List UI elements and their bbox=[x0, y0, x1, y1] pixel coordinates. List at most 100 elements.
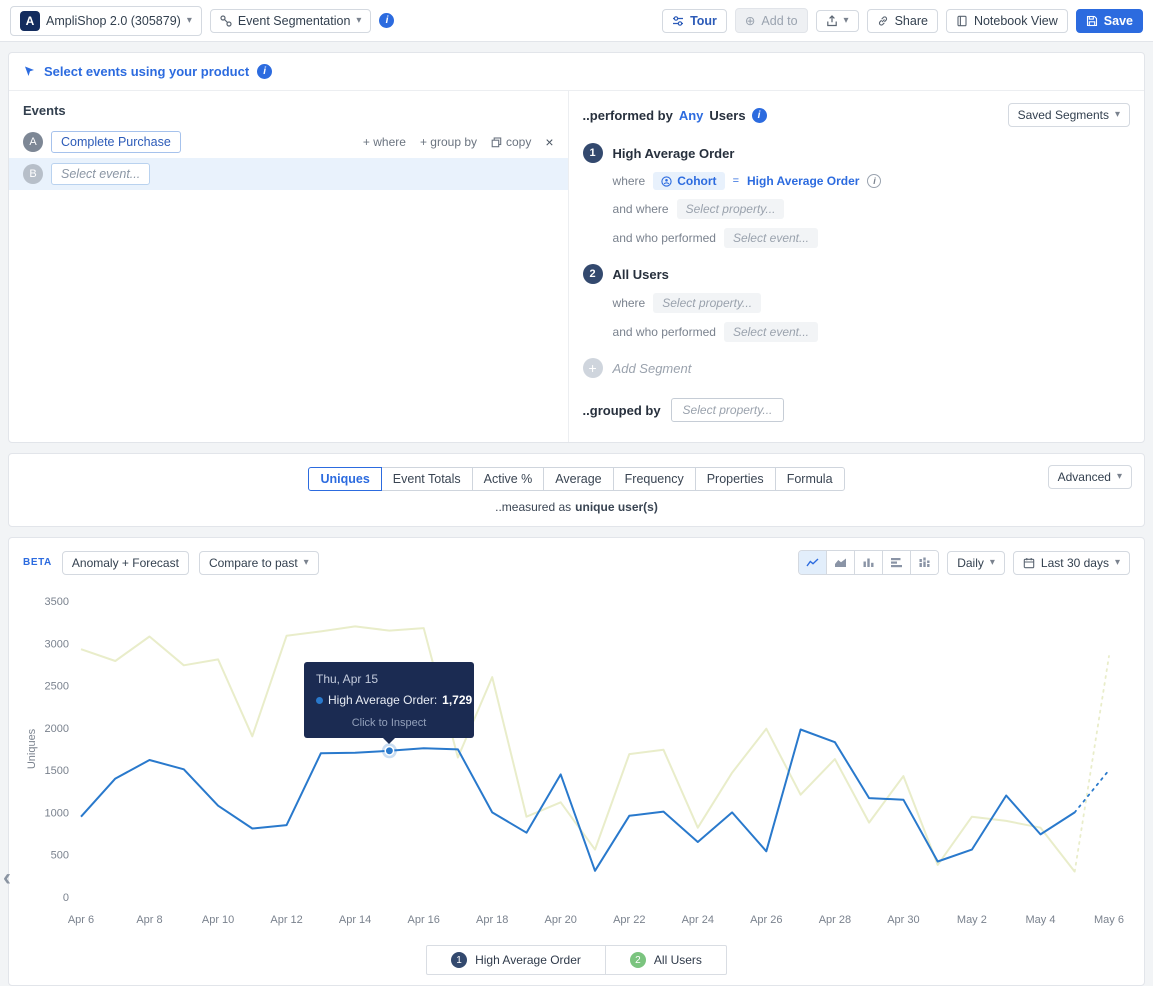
tab-properties[interactable]: Properties bbox=[695, 467, 776, 491]
add-where-action[interactable]: + where bbox=[363, 135, 406, 149]
add-segment-button[interactable]: + Add Segment bbox=[583, 358, 1130, 378]
tooltip-value: 1,729 bbox=[442, 693, 472, 707]
chart-tooltip[interactable]: Thu, Apr 15 High Average Order: 1,729 Cl… bbox=[304, 662, 474, 738]
horizontal-bar-chart-button[interactable] bbox=[882, 551, 910, 574]
plus-icon: + bbox=[583, 358, 603, 378]
horizontal-bar-chart-icon bbox=[890, 556, 903, 569]
events-column: Events A Complete Purchase + where + gro… bbox=[9, 91, 569, 442]
copy-action[interactable]: copy bbox=[491, 135, 531, 149]
notebook-view-button[interactable]: Notebook View bbox=[946, 9, 1068, 33]
select-property-input[interactable]: Select property... bbox=[677, 199, 785, 219]
segment-2-name[interactable]: All Users bbox=[613, 267, 669, 282]
chart-canvas[interactable]: Uniques0500100015002000250030003500Apr 6… bbox=[23, 589, 1128, 941]
svg-text:0: 0 bbox=[63, 892, 69, 904]
info-icon[interactable]: i bbox=[379, 13, 394, 28]
add-to-button[interactable]: ⊕ Add to bbox=[735, 8, 808, 33]
tab-event-totals[interactable]: Event Totals bbox=[381, 467, 473, 491]
copy-icon bbox=[491, 137, 502, 148]
anomaly-forecast-button[interactable]: Anomaly + Forecast bbox=[62, 551, 189, 575]
svg-text:3000: 3000 bbox=[45, 638, 69, 650]
measured-value[interactable]: unique user(s) bbox=[575, 500, 658, 514]
segment-1: 1 High Average Order where Cohort bbox=[583, 143, 1130, 248]
tour-button[interactable]: Tour bbox=[662, 9, 727, 33]
plus-circle-icon: ⊕ bbox=[745, 13, 755, 28]
select-event-chip[interactable]: Select event... bbox=[51, 163, 150, 185]
remove-event-button[interactable]: × bbox=[545, 134, 553, 150]
calendar-icon bbox=[1023, 557, 1035, 569]
svg-text:3500: 3500 bbox=[45, 596, 69, 608]
saved-segments-button[interactable]: Saved Segments ▾ bbox=[1008, 103, 1130, 127]
tooltip-date: Thu, Apr 15 bbox=[316, 672, 462, 686]
svg-text:Apr 22: Apr 22 bbox=[613, 914, 645, 926]
svg-text:May 4: May 4 bbox=[1026, 914, 1056, 926]
who-performed-label: and who performed bbox=[613, 231, 716, 245]
measure-tabs: Uniques Event Totals Active % Average Fr… bbox=[21, 467, 1132, 491]
legend-item-high-average-order[interactable]: 1 High Average Order bbox=[427, 946, 605, 974]
tab-frequency[interactable]: Frequency bbox=[613, 467, 696, 491]
save-label: Save bbox=[1104, 14, 1133, 28]
chevron-down-icon: ▾ bbox=[1115, 558, 1120, 568]
collapse-panel-chevron[interactable]: ‹ bbox=[3, 866, 11, 890]
compare-to-past-button[interactable]: Compare to past ▾ bbox=[199, 551, 319, 575]
stacked-bar-chart-button[interactable] bbox=[910, 551, 938, 574]
topbar: A AmpliShop 2.0 (305879) ▾ Event Segment… bbox=[0, 0, 1153, 42]
info-icon[interactable]: i bbox=[867, 174, 881, 188]
stacked-bar-chart-icon bbox=[918, 556, 931, 569]
notebook-icon bbox=[956, 15, 968, 27]
info-icon[interactable]: i bbox=[752, 108, 767, 123]
chevron-down-icon: ▾ bbox=[304, 558, 309, 568]
grouped-by-input[interactable]: Select property... bbox=[671, 398, 785, 422]
cohort-pill[interactable]: Cohort bbox=[653, 172, 724, 190]
date-range-selector[interactable]: Last 30 days ▾ bbox=[1013, 551, 1130, 575]
project-selector[interactable]: A AmpliShop 2.0 (305879) ▾ bbox=[10, 6, 202, 36]
performed-by-any-selector[interactable]: Any bbox=[679, 108, 704, 123]
save-button[interactable]: Save bbox=[1076, 9, 1143, 33]
legend-badge-1: 1 bbox=[451, 952, 467, 968]
notebook-view-label: Notebook View bbox=[974, 14, 1058, 28]
saved-segments-label: Saved Segments bbox=[1018, 108, 1109, 122]
chart-legend: 1 High Average Order 2 All Users bbox=[426, 945, 727, 975]
tab-active-pct[interactable]: Active % bbox=[472, 467, 545, 491]
advanced-label: Advanced bbox=[1058, 470, 1111, 484]
select-events-link[interactable]: Select events using your product bbox=[44, 64, 249, 79]
cohort-value-link[interactable]: High Average Order bbox=[747, 174, 859, 188]
segment-1-name[interactable]: High Average Order bbox=[613, 146, 735, 161]
area-chart-icon bbox=[834, 556, 847, 569]
add-group-by-action[interactable]: + group by bbox=[420, 135, 477, 149]
select-event-input[interactable]: Select event... bbox=[724, 322, 818, 342]
tab-uniques[interactable]: Uniques bbox=[308, 467, 381, 491]
legend-item-all-users[interactable]: 2 All Users bbox=[605, 946, 726, 974]
analysis-type-selector[interactable]: Event Segmentation ▾ bbox=[210, 9, 372, 33]
line-chart-button[interactable] bbox=[799, 551, 826, 574]
equals-operator[interactable]: = bbox=[733, 175, 739, 187]
svg-text:May 2: May 2 bbox=[957, 914, 987, 926]
tooltip-series-label: High Average Order: bbox=[328, 693, 437, 707]
bar-chart-button[interactable] bbox=[854, 551, 882, 574]
select-property-input[interactable]: Select property... bbox=[653, 293, 761, 313]
definition-panel: Select events using your product i Event… bbox=[8, 52, 1145, 443]
tab-formula[interactable]: Formula bbox=[775, 467, 845, 491]
share-button[interactable]: Share bbox=[867, 9, 938, 33]
event-chip-complete-purchase[interactable]: Complete Purchase bbox=[51, 131, 181, 153]
chevron-down-icon: ▾ bbox=[187, 16, 192, 26]
date-range-label: Last 30 days bbox=[1041, 556, 1109, 570]
compare-to-past-label: Compare to past bbox=[209, 556, 298, 570]
svg-text:Apr 18: Apr 18 bbox=[476, 914, 508, 926]
interval-selector[interactable]: Daily ▾ bbox=[947, 551, 1005, 575]
svg-text:May 6: May 6 bbox=[1094, 914, 1124, 926]
svg-text:Apr 16: Apr 16 bbox=[407, 914, 439, 926]
svg-text:Apr 8: Apr 8 bbox=[136, 914, 162, 926]
measured-prefix: ..measured as bbox=[495, 500, 571, 514]
tab-average[interactable]: Average bbox=[543, 467, 613, 491]
select-event-input[interactable]: Select event... bbox=[724, 228, 818, 248]
performed-by-label: ..performed by bbox=[583, 108, 673, 123]
cohort-pill-label: Cohort bbox=[677, 174, 716, 188]
export-menu-button[interactable]: ▾ bbox=[816, 10, 859, 32]
advanced-button[interactable]: Advanced ▾ bbox=[1048, 465, 1132, 489]
svg-text:Apr 6: Apr 6 bbox=[68, 914, 94, 926]
info-icon[interactable]: i bbox=[257, 64, 272, 79]
segment-1-badge: 1 bbox=[583, 143, 603, 163]
tooltip-action[interactable]: Click to Inspect bbox=[316, 717, 462, 729]
event-row-a: A Complete Purchase + where + group by c… bbox=[9, 126, 568, 158]
area-chart-button[interactable] bbox=[826, 551, 854, 574]
